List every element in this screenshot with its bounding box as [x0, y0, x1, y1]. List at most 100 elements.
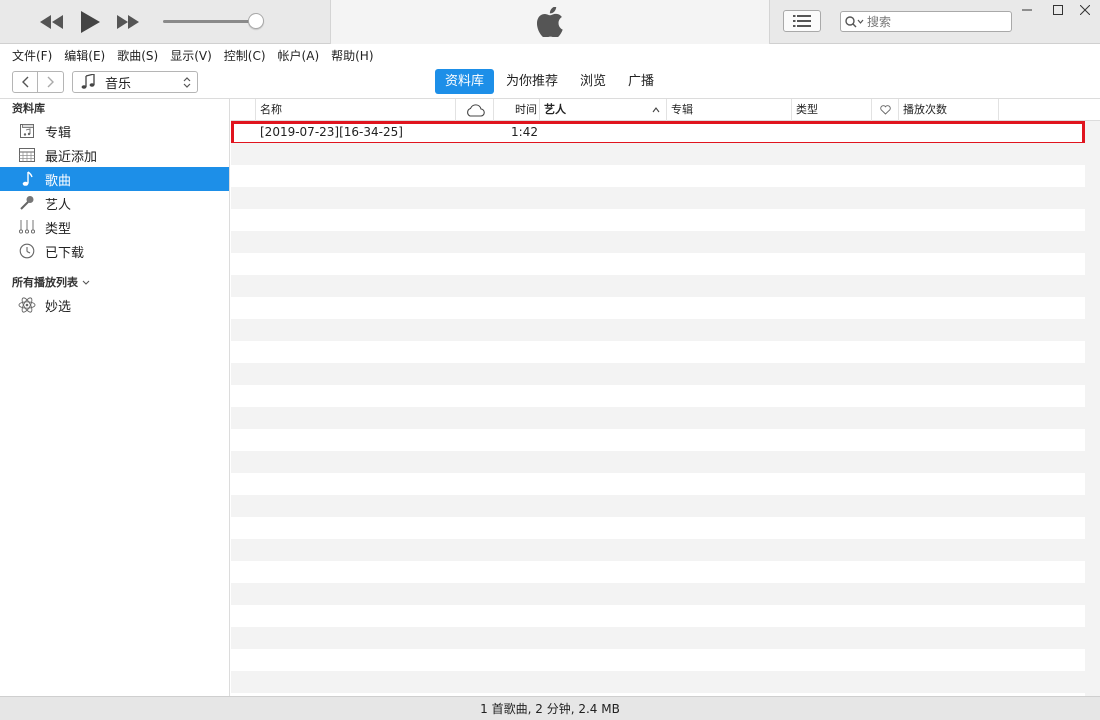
sidebar-item-artists[interactable]: 艺人 [0, 191, 229, 215]
search-icon [845, 15, 864, 27]
status-bar: 1 首歌曲, 2 分钟, 2.4 MB [0, 696, 1100, 720]
apple-logo-icon [537, 7, 563, 37]
up-next-list-button[interactable] [783, 10, 821, 32]
empty-row [231, 451, 1085, 473]
empty-row [231, 319, 1085, 341]
empty-row [231, 473, 1085, 495]
chevron-right-icon [47, 76, 54, 88]
chevron-left-icon [22, 76, 29, 88]
sidebar-item-label: 艺人 [45, 197, 72, 213]
microphone-icon [18, 194, 36, 212]
sidebar-item-genius[interactable]: 妙选 [0, 293, 229, 317]
empty-row [231, 209, 1085, 231]
sidebar-item-label: 最近添加 [45, 149, 98, 165]
empty-row [231, 385, 1085, 407]
menu-file[interactable]: 文件(F) [6, 47, 58, 64]
sidebar-item-label: 妙选 [45, 299, 72, 315]
sidebar-item-label: 已下载 [45, 245, 85, 261]
empty-row [231, 429, 1085, 451]
play-button[interactable] [76, 9, 104, 35]
media-type-label: 音乐 [105, 76, 132, 92]
menu-help[interactable]: 帮助(H) [325, 47, 379, 64]
table-rows: [2019-07-23][16-34-25] 1:42 [231, 121, 1085, 693]
music-note-icon [18, 170, 36, 188]
sidebar-item-recently-added[interactable]: 最近添加 [0, 143, 229, 167]
back-button[interactable] [12, 71, 38, 93]
table-row[interactable]: [2019-07-23][16-34-25] 1:42 [231, 121, 1085, 145]
calendar-grid-icon [18, 146, 36, 164]
empty-row [231, 627, 1085, 649]
volume-knob[interactable] [248, 13, 264, 29]
list-icon [793, 15, 811, 27]
play-icon [81, 11, 100, 33]
player-bar [0, 0, 1100, 44]
rewind-button[interactable] [38, 9, 66, 35]
header-time[interactable]: 时间 [494, 99, 540, 121]
rewind-icon [40, 15, 63, 29]
heart-icon [879, 105, 891, 115]
fast-forward-icon [117, 15, 139, 29]
header-album[interactable]: 专辑 [667, 99, 792, 121]
updown-arrows-icon [183, 77, 191, 88]
header-artist[interactable]: 艺人 [540, 99, 667, 121]
vertical-scrollbar[interactable] [1085, 121, 1100, 696]
media-type-select[interactable]: 音乐 [72, 71, 198, 93]
header-plays[interactable]: 播放次数 [899, 99, 999, 121]
search-box[interactable] [840, 11, 1012, 32]
navigation-row: 音乐 资料库 为你推荐 浏览 广播 [0, 65, 1100, 99]
search-input[interactable] [867, 14, 997, 29]
empty-row [231, 165, 1085, 187]
sort-up-icon [652, 107, 660, 113]
table-header: 名称 时间 艺人 专辑 类型 播放次数 [231, 99, 1100, 121]
fast-forward-button[interactable] [114, 9, 142, 35]
menu-bar: 文件(F) 编辑(E) 歌曲(S) 显示(V) 控制(C) 帐户(A) 帮助(H… [0, 45, 1100, 65]
empty-row [231, 605, 1085, 627]
genre-icon [18, 218, 36, 236]
genius-atom-icon [18, 296, 36, 314]
album-icon [18, 122, 36, 140]
forward-button[interactable] [38, 71, 64, 93]
empty-row [231, 561, 1085, 583]
header-icloud[interactable] [456, 99, 494, 121]
empty-row [231, 341, 1085, 363]
sidebar-item-songs[interactable]: 歌曲 [0, 167, 229, 191]
header-genre[interactable]: 类型 [792, 99, 872, 121]
empty-row [231, 297, 1085, 319]
volume-slider[interactable] [163, 20, 258, 23]
empty-row [231, 231, 1085, 253]
empty-row [231, 407, 1085, 429]
close-icon [1080, 5, 1090, 15]
tab-for-you[interactable]: 为你推荐 [496, 69, 568, 94]
menu-controls[interactable]: 控制(C) [218, 47, 272, 64]
sidebar-item-downloaded[interactable]: 已下载 [0, 239, 229, 263]
sidebar-item-albums[interactable]: 专辑 [0, 119, 229, 143]
empty-row [231, 495, 1085, 517]
tab-library[interactable]: 资料库 [435, 69, 495, 94]
chevron-down-icon [82, 280, 90, 285]
menu-account[interactable]: 帐户(A) [272, 47, 326, 64]
empty-row [231, 671, 1085, 693]
download-clock-icon [18, 242, 36, 260]
maximize-button[interactable] [1043, 0, 1073, 20]
tab-radio[interactable]: 广播 [618, 69, 664, 94]
sidebar-item-label: 类型 [45, 221, 72, 237]
header-love[interactable] [872, 99, 899, 121]
sidebar-item-genres[interactable]: 类型 [0, 215, 229, 239]
empty-row [231, 363, 1085, 385]
tab-browse[interactable]: 浏览 [570, 69, 616, 94]
empty-row [231, 649, 1085, 671]
sidebar: 资料库 专辑 最近添加 歌曲 艺人 类型 已下载 所有播放列表 妙选 [0, 99, 230, 696]
music-note-icon [81, 74, 95, 89]
menu-edit[interactable]: 编辑(E) [58, 47, 111, 64]
empty-row [231, 517, 1085, 539]
close-window-button[interactable] [1070, 0, 1100, 20]
menu-song[interactable]: 歌曲(S) [111, 47, 164, 64]
empty-row [231, 143, 1085, 165]
minimize-button[interactable] [1012, 0, 1042, 20]
sidebar-item-label: 专辑 [45, 125, 72, 141]
menu-view[interactable]: 显示(V) [164, 47, 218, 64]
song-list: 名称 时间 艺人 专辑 类型 播放次数 [2019-07-23][16-34-2… [231, 99, 1100, 696]
header-name[interactable]: 名称 [256, 99, 456, 121]
playlists-section-title[interactable]: 所有播放列表 [0, 273, 229, 293]
cloud-icon [466, 103, 485, 117]
